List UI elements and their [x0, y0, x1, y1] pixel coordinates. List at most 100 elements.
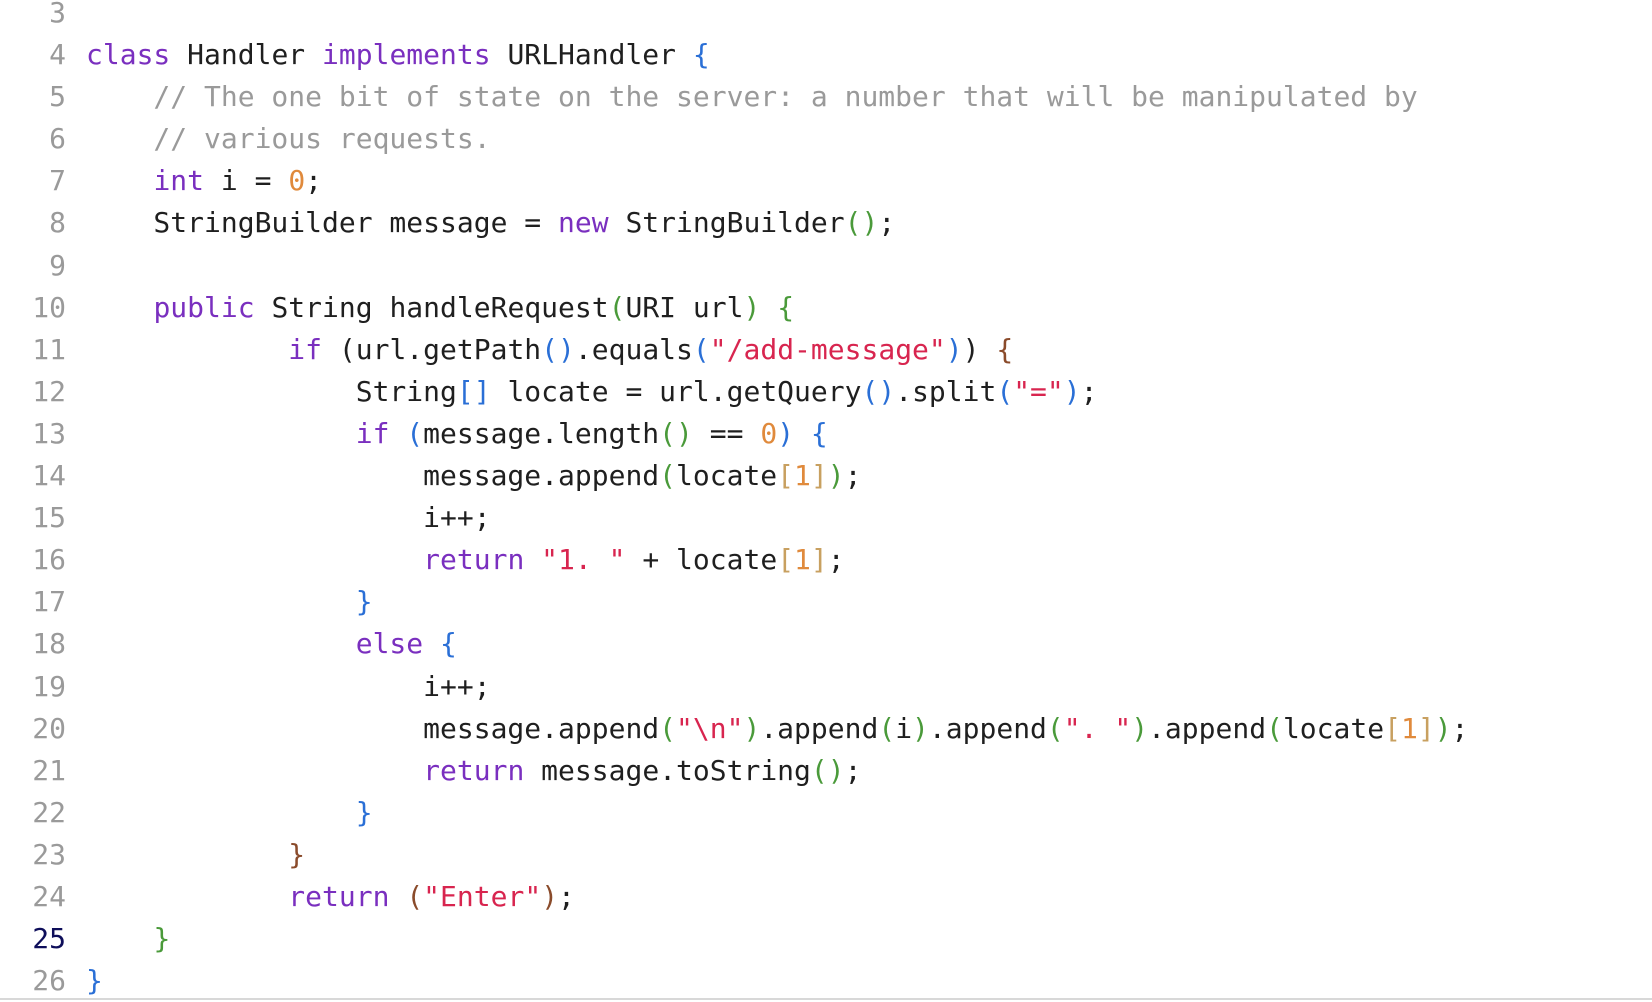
code-text[interactable]: return message.toString();	[86, 750, 861, 792]
code-line[interactable]: 20 message.append("\n").append(i).append…	[0, 708, 1652, 750]
code-text[interactable]: // various requests.	[86, 118, 491, 160]
line-number: 7	[49, 164, 66, 198]
code-line[interactable]: 8 StringBuilder message = new StringBuil…	[0, 202, 1652, 244]
code-token: "="	[1013, 374, 1064, 408]
code-line[interactable]: 22 }	[0, 792, 1652, 834]
code-text[interactable]: if (url.getPath().equals("/add-message")…	[86, 329, 1013, 371]
line-number: 12	[32, 374, 66, 408]
code-token: String	[86, 374, 457, 408]
code-text[interactable]: }	[86, 834, 305, 876]
code-token: "Enter"	[423, 879, 542, 913]
code-token: (	[878, 711, 896, 745]
code-token: "\n"	[676, 711, 744, 745]
code-line[interactable]: 11 if (url.getPath().equals("/add-messag…	[0, 329, 1652, 371]
code-token: ==	[692, 416, 761, 450]
code-token: [	[777, 459, 795, 493]
code-token: if	[355, 416, 390, 450]
code-line[interactable]: 23 }	[0, 834, 1652, 876]
code-line[interactable]: 15 i++;	[0, 497, 1652, 539]
code-token: 1	[794, 459, 811, 493]
code-token: StringBuilder message =	[86, 206, 559, 240]
code-text[interactable]: i++;	[86, 497, 490, 539]
code-token: (url.getPath	[322, 332, 542, 366]
code-text[interactable]: // The one bit of state on the server: a…	[86, 76, 1417, 118]
code-text[interactable]: int i = 0;	[86, 160, 322, 202]
code-line[interactable]: 18 else {	[0, 623, 1652, 665]
code-token: return	[423, 543, 525, 577]
code-token: (	[659, 711, 677, 745]
code-token: [	[1384, 711, 1401, 745]
code-token: new	[558, 206, 609, 240]
code-text[interactable]: else {	[86, 623, 457, 665]
code-token: )	[1131, 711, 1149, 745]
line-number: 4	[49, 38, 66, 72]
code-line[interactable]: 5 // The one bit of state on the server:…	[0, 76, 1652, 118]
code-token: [	[777, 543, 795, 577]
code-editor[interactable]: 3 4 class Handler implements URLHandler {5…	[0, 0, 1652, 997]
code-token: {	[810, 416, 828, 450]
code-token: Handler	[170, 38, 323, 72]
line-number: 10	[32, 290, 66, 324]
code-line[interactable]: 4 class Handler implements URLHandler {	[0, 34, 1652, 76]
code-text[interactable]: return ("Enter");	[86, 876, 575, 918]
code-line[interactable]: 17 }	[0, 581, 1652, 623]
line-number: 15	[32, 501, 66, 535]
code-text[interactable]: }	[86, 918, 170, 960]
code-token: locate	[1282, 711, 1385, 745]
code-text[interactable]: message.append("\n").append(i).append(".…	[86, 708, 1468, 750]
code-text[interactable]: }	[86, 960, 103, 1002]
code-text[interactable]: public String handleRequest(URI url) {	[86, 287, 794, 329]
code-text[interactable]: String[] locate = url.getQuery().split("…	[86, 371, 1098, 413]
code-line[interactable]: 19 i++;	[0, 666, 1652, 708]
code-token: )	[541, 879, 559, 913]
code-line[interactable]: 26}	[0, 960, 1652, 1002]
code-line[interactable]: 24 return ("Enter");	[0, 876, 1652, 918]
code-token: ]	[810, 459, 828, 493]
code-token: (	[406, 416, 424, 450]
code-line[interactable]: 14 message.append(locate[1]);	[0, 455, 1652, 497]
code-line[interactable]: 9	[0, 245, 1652, 287]
code-token: ". "	[1063, 711, 1132, 745]
code-token: return	[288, 879, 390, 913]
code-text[interactable]: }	[86, 792, 373, 834]
code-line[interactable]: 7 int i = 0;	[0, 160, 1652, 202]
code-line[interactable]: 16 return "1. " + locate[1];	[0, 539, 1652, 581]
code-token: .equals	[574, 332, 693, 366]
code-line[interactable]: 13 if (message.length() == 0) {	[0, 413, 1652, 455]
code-token: 1	[794, 543, 811, 577]
code-token: .append	[760, 711, 879, 745]
code-text[interactable]: class Handler implements URLHandler {	[86, 34, 710, 76]
code-line[interactable]: 21 return message.toString();	[0, 750, 1652, 792]
code-text[interactable]: if (message.length() == 0) {	[86, 413, 828, 455]
code-token: message.append	[86, 459, 660, 493]
code-token: )	[945, 332, 963, 366]
code-text[interactable]: return "1. " + locate[1];	[86, 539, 844, 581]
code-line[interactable]: 25 }	[0, 918, 1652, 960]
line-number: 16	[32, 543, 66, 577]
code-line[interactable]: 6 // various requests.	[0, 118, 1652, 160]
code-text[interactable]: StringBuilder message = new StringBuilde…	[86, 202, 895, 244]
code-text[interactable]: }	[86, 581, 373, 623]
line-number: 18	[32, 627, 66, 661]
code-text[interactable]: i++;	[86, 666, 490, 708]
code-line[interactable]: 12 String[] locate = url.getQuery().spli…	[0, 371, 1652, 413]
code-token: i =	[204, 164, 289, 198]
code-token: int	[153, 164, 205, 198]
code-token: }	[288, 837, 306, 871]
code-token: )	[912, 711, 929, 745]
line-number: 25	[32, 922, 66, 956]
code-text[interactable]: message.append(locate[1]);	[86, 455, 861, 497]
code-line[interactable]: 10 public String handleRequest(URI url) …	[0, 287, 1652, 329]
code-token: (	[608, 290, 626, 324]
code-token: {	[692, 38, 710, 72]
code-token: // various requests.	[86, 122, 491, 156]
code-line[interactable]: 3	[0, 0, 1652, 34]
code-token: 1	[1400, 711, 1418, 745]
